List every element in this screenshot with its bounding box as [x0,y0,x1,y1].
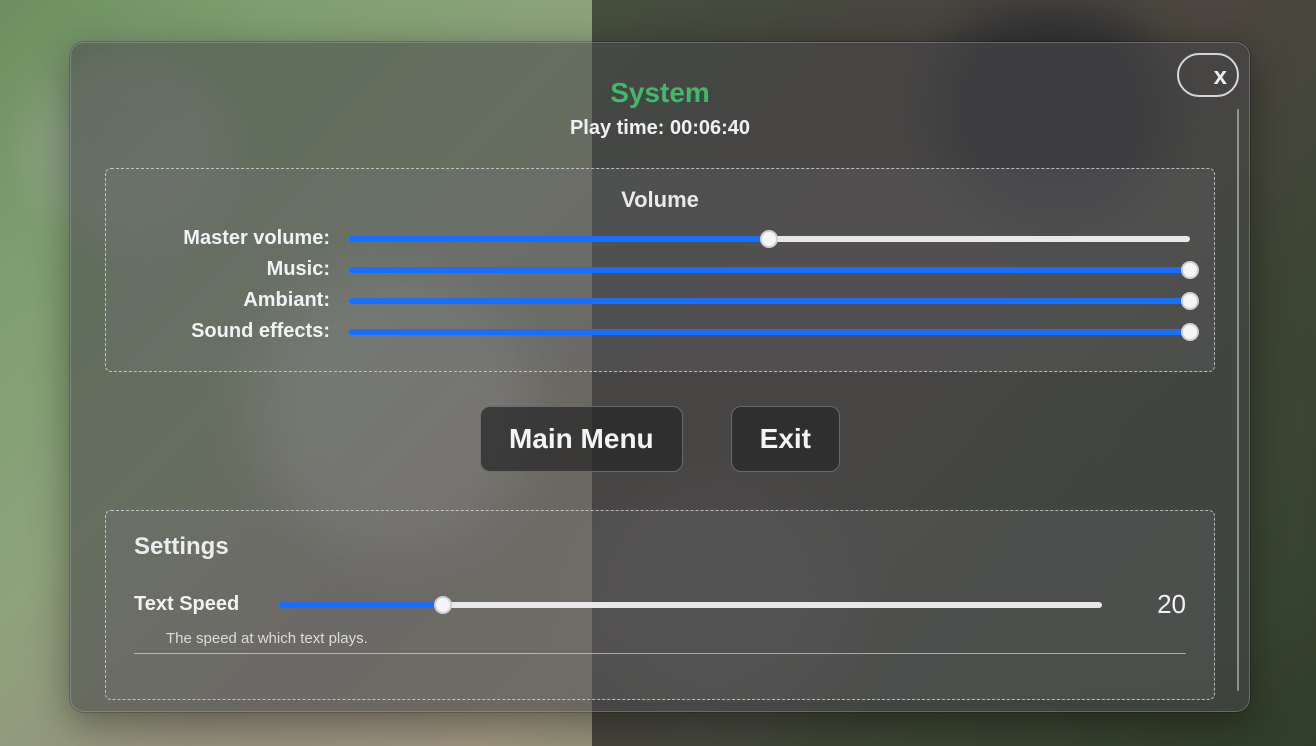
volume-slider-row: Ambiant: [130,289,1190,312]
slider-fill [348,298,1190,304]
slider-fill [278,602,443,608]
slider-fill [348,267,1190,273]
system-modal: x System Play time: 00:06:40 Volume Mast… [70,42,1250,712]
close-button[interactable]: x [1177,53,1239,97]
volume-slider[interactable] [348,322,1190,342]
slider-thumb[interactable] [1181,261,1199,279]
button-row: Main Menu Exit [105,406,1215,472]
text-speed-description: The speed at which text plays. [166,630,1186,647]
volume-slider[interactable] [348,260,1190,280]
slider-thumb[interactable] [434,596,452,614]
volume-slider-label: Music: [130,258,330,281]
main-menu-button[interactable]: Main Menu [480,406,683,472]
playtime-value: 00:06:40 [670,117,750,139]
text-speed-label: Text Speed [134,593,254,616]
playtime: Play time: 00:06:40 [105,117,1215,140]
volume-slider[interactable] [348,291,1190,311]
playtime-label: Play time: [570,117,670,139]
modal-scrollbar[interactable] [1237,109,1239,691]
slider-thumb[interactable] [1181,292,1199,310]
volume-slider-row: Master volume: [130,227,1190,250]
volume-slider-label: Ambiant: [130,289,330,312]
setting-divider [134,653,1186,654]
text-speed-row: Text Speed 20 [134,589,1186,620]
text-speed-value: 20 [1126,589,1186,620]
slider-thumb[interactable] [1181,323,1199,341]
volume-slider-row: Music: [130,258,1190,281]
text-speed-slider[interactable] [278,595,1102,615]
settings-title: Settings [134,533,1186,561]
settings-panel: Settings Text Speed 20 The speed at whic… [105,510,1215,700]
close-icon: x [1214,63,1227,91]
volume-slider-label: Sound effects: [130,320,330,343]
volume-section-title: Volume [130,187,1190,213]
exit-button[interactable]: Exit [731,406,840,472]
volume-slider[interactable] [348,229,1190,249]
volume-slider-row: Sound effects: [130,320,1190,343]
volume-slider-label: Master volume: [130,227,330,250]
volume-panel: Volume Master volume: Music: Ambiant: Sound… [105,168,1215,372]
slider-thumb[interactable] [760,230,778,248]
modal-title: System [105,77,1215,109]
slider-fill [348,236,769,242]
slider-fill [348,329,1190,335]
